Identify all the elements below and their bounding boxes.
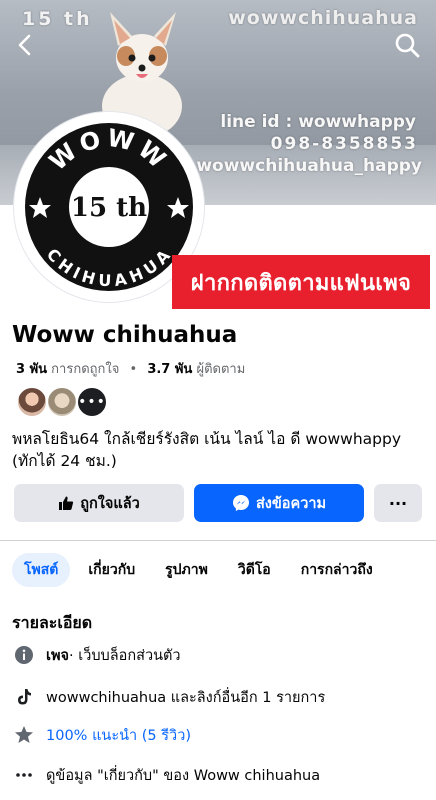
see-about-row[interactable]: ดูข้อมูล "เกี่ยวกับ" ของ Woww chihuahua [12, 763, 320, 787]
cover-tiktok: : wowwchihuahua_happy [183, 156, 422, 176]
more-options-button[interactable]: ··· [374, 484, 422, 522]
page-category-row: เพจ · เว็บบล็อกส่วนตัว [12, 643, 181, 667]
likes-label: การกดถูกใจ [51, 362, 120, 377]
messenger-icon [232, 495, 249, 511]
page-stats: 3 พัน การกดถูกใจ • 3.7 พัน ผู้ติดตาม [16, 358, 245, 379]
tiktok-icon [12, 685, 36, 709]
tab-videos[interactable]: วิดีโอ [226, 553, 283, 587]
avatar [46, 386, 78, 418]
search-icon[interactable] [392, 30, 422, 60]
page-bio: พหลโยธิน64 ใกล้เชียร์รังสิต เน้น ไลน์ ไอ… [12, 430, 402, 470]
tiktok-link-row[interactable]: wowwchihuahua และลิงก์อื่นอีก 1 รายการ [12, 685, 325, 709]
tab-photos[interactable]: รูปภาพ [153, 553, 220, 587]
woww-chihuahua-logo: WOWW CHIHUAHUA 15 th [25, 123, 193, 291]
page-type-label: เพจ [46, 647, 70, 664]
tiktok-link-text: wowwchihuahua และลิงก์อื่นอีก 1 รายการ [46, 689, 326, 706]
page-tabs: โพสต์ เกี่ยวกับ รูปภาพ วิดีโอ การกล่าวถึ… [12, 553, 391, 587]
liked-button[interactable]: ถูกใจแล้ว [14, 484, 184, 522]
followers-label: ผู้ติดตาม [196, 362, 246, 377]
follow-request-banner: ฝากกดติดตามแฟนเพจ [172, 255, 430, 309]
cover-title-right: wowwchihuahua [228, 7, 418, 29]
rating-text: 100% แนะนำ (5 รีวิว) [46, 727, 191, 744]
thumbs-up-icon [59, 496, 74, 510]
details-heading: รายละเอียด [12, 613, 93, 632]
send-message-button[interactable]: ส่งข้อความ [194, 484, 364, 522]
more-avatars-icon: ••• [76, 386, 108, 418]
cover-phone: 098-8358853 [270, 134, 418, 154]
section-divider [0, 540, 436, 541]
liked-label: ถูกใจแล้ว [80, 495, 140, 512]
mutual-friends-avatars[interactable]: ••• [16, 386, 108, 418]
send-message-label: ส่งข้อความ [255, 495, 327, 512]
more-icon: ··· [388, 493, 408, 513]
tab-posts[interactable]: โพสต์ [12, 553, 71, 587]
cover-line-id: line id : wowwhappy [220, 112, 416, 132]
page-title: Woww chihuahua [12, 322, 238, 348]
tab-about[interactable]: เกี่ยวกับ [76, 553, 147, 587]
chevron-left-icon[interactable] [10, 30, 40, 60]
rating-row[interactable]: 100% แนะนำ (5 รีวิว) [12, 723, 191, 747]
see-about-text: ดูข้อมูล "เกี่ยวกับ" ของ Woww chihuahua [46, 767, 321, 784]
followers-count: 3.7 พัน [147, 362, 193, 377]
stats-separator: • [129, 362, 138, 377]
avatar [16, 386, 48, 418]
page-category: · เว็บบล็อกส่วนตัว [69, 647, 181, 664]
likes-count: 3 พัน [16, 362, 48, 377]
more-dots-icon [12, 763, 36, 787]
tab-mentions[interactable]: การกล่าวถึง [289, 553, 385, 587]
cover-title-left: 15 th [22, 8, 93, 30]
logo-center-text: 15 th [71, 193, 147, 223]
info-icon [12, 643, 36, 667]
star-icon [12, 723, 36, 747]
